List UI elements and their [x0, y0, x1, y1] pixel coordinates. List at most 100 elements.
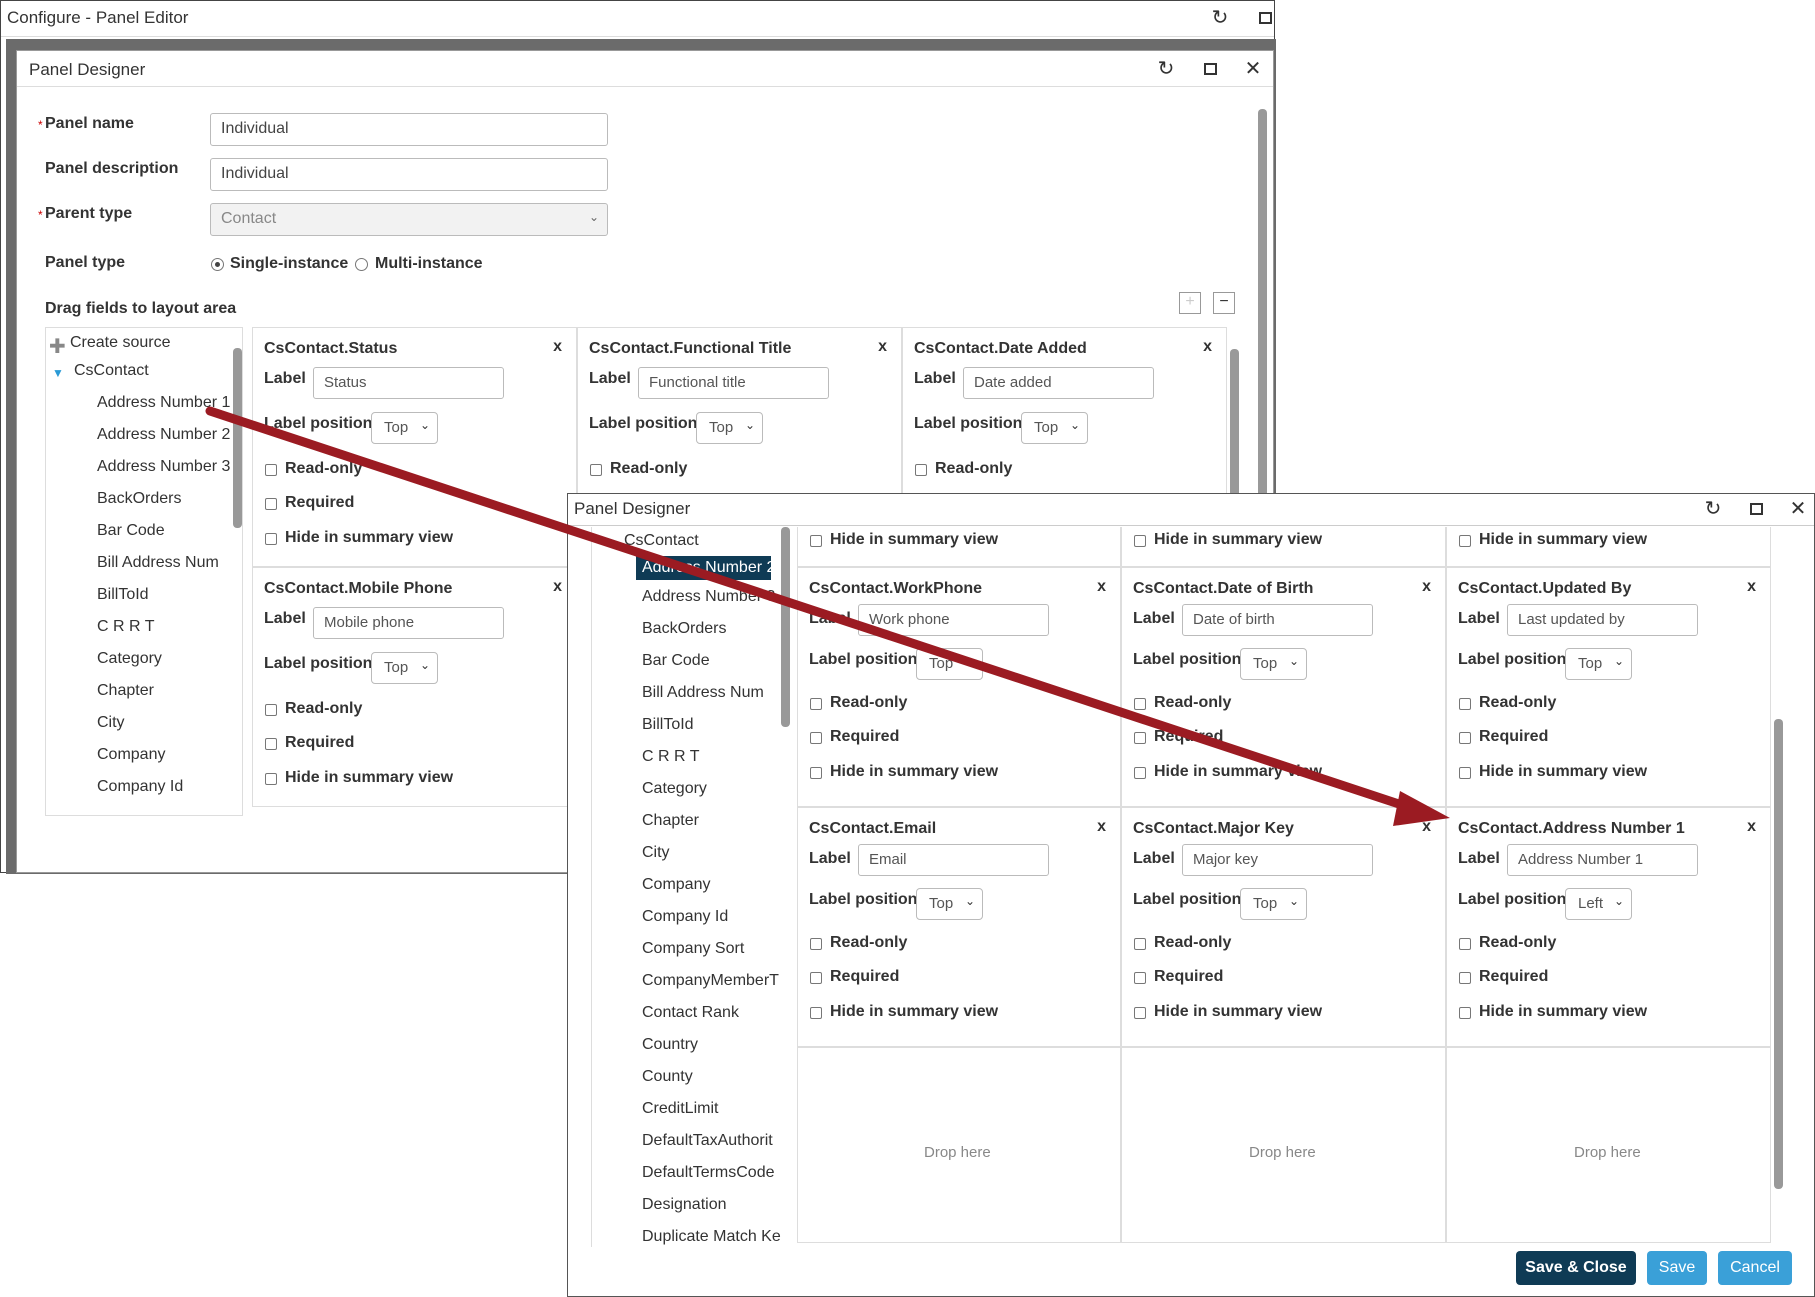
- list-item[interactable]: Category: [642, 780, 707, 798]
- list-item[interactable]: City: [642, 844, 670, 862]
- label-position-select[interactable]: Top ⌄: [371, 652, 438, 684]
- label-input[interactable]: Status: [313, 367, 504, 399]
- label-input[interactable]: Last updated by: [1507, 604, 1698, 636]
- panel-description-input[interactable]: Individual: [210, 158, 608, 191]
- list-item[interactable]: Duplicate Match Ke: [642, 1228, 781, 1246]
- close-icon[interactable]: x: [1097, 578, 1106, 596]
- list-item[interactable]: BillToId: [97, 586, 149, 604]
- list-item[interactable]: Company Id: [97, 778, 183, 796]
- plus-icon[interactable]: ✚: [49, 334, 66, 359]
- label-input[interactable]: Mobile phone: [313, 607, 504, 639]
- tree-root[interactable]: CsContact: [624, 532, 699, 550]
- cancel-button[interactable]: Cancel: [1718, 1251, 1792, 1285]
- save-button[interactable]: Save: [1647, 1251, 1707, 1285]
- label-input[interactable]: Work phone: [858, 604, 1049, 636]
- list-item[interactable]: BackOrders: [642, 620, 726, 638]
- close-icon[interactable]: ✕: [1787, 498, 1809, 520]
- read-only-checkbox[interactable]: [265, 464, 277, 476]
- label-position-select[interactable]: Top ⌄: [1240, 888, 1307, 920]
- read-only-checkbox[interactable]: [590, 464, 602, 476]
- create-source-link[interactable]: Create source: [70, 334, 171, 352]
- hide-summary-checkbox[interactable]: [265, 533, 277, 545]
- label-input[interactable]: Address Number 1: [1507, 844, 1698, 876]
- list-item[interactable]: Bill Address Num: [97, 554, 219, 572]
- hide-summary-checkbox[interactable]: [1459, 535, 1471, 547]
- required-checkbox[interactable]: [265, 498, 277, 510]
- multi-instance-radio[interactable]: [355, 258, 368, 271]
- hide-summary-checkbox[interactable]: [810, 535, 822, 547]
- caret-down-icon[interactable]: ▼: [52, 366, 64, 380]
- list-item[interactable]: Bar Code: [642, 652, 710, 670]
- hide-summary-checkbox[interactable]: [810, 767, 822, 779]
- required-checkbox[interactable]: [810, 972, 822, 984]
- hide-summary-checkbox[interactable]: [1459, 767, 1471, 779]
- maximize-icon[interactable]: [1254, 7, 1276, 29]
- close-icon[interactable]: x: [1747, 578, 1756, 596]
- label-position-select[interactable]: Top ⌄: [1565, 648, 1632, 680]
- label-input[interactable]: Email: [858, 844, 1049, 876]
- list-item[interactable]: BillToId: [642, 716, 694, 734]
- close-icon[interactable]: x: [553, 578, 562, 596]
- refresh-icon[interactable]: ↻: [1155, 58, 1177, 80]
- read-only-checkbox[interactable]: [810, 938, 822, 950]
- minus-icon[interactable]: −: [1213, 292, 1235, 314]
- label-position-select[interactable]: Top ⌄: [916, 648, 983, 680]
- list-item[interactable]: C R R T: [97, 618, 154, 636]
- hide-summary-checkbox[interactable]: [265, 773, 277, 785]
- refresh-icon[interactable]: ↻: [1209, 7, 1231, 29]
- read-only-checkbox[interactable]: [1134, 938, 1146, 950]
- close-icon[interactable]: x: [1203, 338, 1212, 356]
- single-instance-radio[interactable]: [211, 258, 224, 271]
- list-item[interactable]: City: [97, 714, 125, 732]
- maximize-icon[interactable]: [1745, 498, 1767, 520]
- list-item[interactable]: Country: [642, 1036, 698, 1054]
- list-item[interactable]: CreditLimit: [642, 1100, 718, 1118]
- read-only-checkbox[interactable]: [915, 464, 927, 476]
- required-checkbox[interactable]: [1134, 972, 1146, 984]
- list-item[interactable]: Address Number 3: [97, 458, 230, 476]
- layout-scrollbar-thumb[interactable]: [1774, 719, 1783, 1189]
- list-item[interactable]: Company Sort: [642, 940, 744, 958]
- close-icon[interactable]: x: [1422, 578, 1431, 596]
- list-item[interactable]: Address Number 2: [97, 426, 230, 444]
- label-position-select[interactable]: Left ⌄: [1565, 888, 1632, 920]
- close-icon[interactable]: x: [1747, 818, 1756, 836]
- read-only-checkbox[interactable]: [1134, 698, 1146, 710]
- list-item[interactable]: County: [642, 1068, 693, 1086]
- read-only-checkbox[interactable]: [1459, 938, 1471, 950]
- drop-zone[interactable]: Drop here: [1121, 1047, 1446, 1243]
- read-only-checkbox[interactable]: [1459, 698, 1471, 710]
- tree-scrollbar[interactable]: [781, 527, 790, 727]
- list-item[interactable]: CompanyMemberT: [642, 972, 779, 990]
- tree-item-selected[interactable]: Address Number 2: [636, 556, 775, 580]
- label-input[interactable]: Date added: [963, 367, 1154, 399]
- drop-zone[interactable]: Drop here: [1446, 1047, 1771, 1243]
- label-input[interactable]: Major key: [1182, 844, 1373, 876]
- list-item[interactable]: C R R T: [642, 748, 699, 766]
- hide-summary-checkbox[interactable]: [1134, 767, 1146, 779]
- list-item[interactable]: Designation: [642, 1196, 727, 1214]
- required-checkbox[interactable]: [1459, 732, 1471, 744]
- drop-zone[interactable]: Drop here: [797, 1047, 1121, 1243]
- close-icon[interactable]: x: [1422, 818, 1431, 836]
- label-input[interactable]: Date of birth: [1182, 604, 1373, 636]
- required-checkbox[interactable]: [265, 738, 277, 750]
- required-checkbox[interactable]: [1459, 972, 1471, 984]
- tree-root[interactable]: CsContact: [74, 362, 149, 380]
- list-item[interactable]: Bill Address Num: [642, 684, 764, 702]
- hide-summary-checkbox[interactable]: [810, 1007, 822, 1019]
- required-checkbox[interactable]: [810, 732, 822, 744]
- label-position-select[interactable]: Top ⌄: [1240, 648, 1307, 680]
- list-item[interactable]: Company: [97, 746, 165, 764]
- label-position-select[interactable]: Top ⌄: [696, 412, 763, 444]
- list-item[interactable]: Chapter: [97, 682, 154, 700]
- label-position-select[interactable]: Top ⌄: [916, 888, 983, 920]
- label-input[interactable]: Functional title: [638, 367, 829, 399]
- list-item[interactable]: BackOrders: [97, 490, 181, 508]
- read-only-checkbox[interactable]: [265, 704, 277, 716]
- hide-summary-checkbox[interactable]: [1134, 1007, 1146, 1019]
- label-position-select[interactable]: Top ⌄: [371, 412, 438, 444]
- save-and-close-button[interactable]: Save & Close: [1516, 1251, 1636, 1285]
- list-item[interactable]: Address Number 1: [97, 394, 230, 412]
- required-checkbox[interactable]: [1134, 732, 1146, 744]
